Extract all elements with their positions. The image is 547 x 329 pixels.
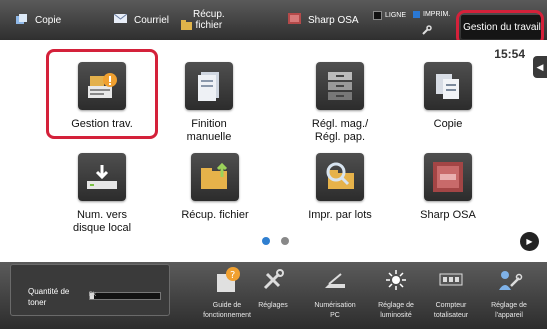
- copy-mode-button[interactable]: Copie: [16, 0, 61, 40]
- settings-button[interactable]: Réglages: [242, 266, 304, 311]
- envelope-icon: [113, 13, 128, 26]
- tools-icon: [259, 266, 287, 294]
- app-copy[interactable]: Copie: [393, 62, 503, 131]
- toner-black-label: Bk: [89, 292, 97, 298]
- counter-icon: [437, 266, 465, 294]
- line-status-label: LIGNE: [385, 12, 407, 19]
- batch-print-icon: [316, 153, 364, 201]
- copy-mode-label: Copie: [35, 14, 62, 26]
- sharp-osa-label: Sharp OSA: [308, 14, 359, 26]
- copy-icon: [16, 13, 28, 27]
- brightness-button[interactable]: Réglage de luminosité: [365, 266, 427, 321]
- app-retrieve-file[interactable]: Récup. fichier: [160, 153, 270, 222]
- app-scan-to-local-drive[interactable]: Num. vers disque local: [47, 153, 157, 235]
- toner-level-bar: [89, 292, 161, 300]
- email-mode-label: Courriel: [134, 14, 170, 26]
- pc-scan-button[interactable]: Numérisation PC: [304, 266, 366, 321]
- email-mode-button[interactable]: Courriel: [113, 0, 170, 40]
- svg-text:?: ?: [230, 270, 235, 281]
- sun-icon: [382, 266, 410, 294]
- page-dot-active[interactable]: [262, 237, 270, 245]
- sharp-osa-mode-button[interactable]: Sharp OSA: [288, 0, 359, 40]
- retrieve-file-mode-button[interactable]: Récup. fichier: [193, 0, 225, 40]
- tray-settings-icon: [316, 62, 364, 110]
- app-label: Num. vers disque local: [72, 209, 132, 234]
- app-label: Régl. mag./Régl. pap.: [311, 118, 369, 143]
- sharp-osa-icon: [424, 153, 472, 201]
- manual-finishing-icon: [185, 62, 233, 110]
- page-dot[interactable]: [281, 237, 289, 245]
- sharp-osa-icon: [288, 13, 301, 27]
- scanner-icon: [321, 266, 349, 294]
- app-manual-finishing[interactable]: Finition manuelle: [154, 62, 264, 144]
- retrieve-file-label-1: Récup.: [193, 9, 225, 20]
- retrieve-file-icon: [191, 153, 239, 201]
- app-sharp-osa[interactable]: Sharp OSA: [393, 153, 503, 222]
- total-count-button[interactable]: Compteur totalisateur: [420, 266, 482, 321]
- app-label: Finition manuelle: [186, 118, 232, 143]
- device-settings-button[interactable]: Réglage de l'appareil: [478, 266, 540, 321]
- print-status-label: IMPRIM.: [423, 11, 451, 18]
- next-page-button[interactable]: ▶: [520, 232, 539, 251]
- folder-mini-icon: [181, 20, 192, 30]
- scan-to-local-drive-icon: [78, 153, 126, 201]
- book-question-icon: ?: [213, 266, 241, 294]
- clock: 15:54: [494, 47, 525, 61]
- tools-mini-icon: [422, 25, 432, 35]
- page-indicator: [262, 237, 289, 245]
- retrieve-file-label-2: fichier: [195, 20, 223, 31]
- side-panel-tab[interactable]: ◀: [533, 56, 547, 78]
- app-batch-print[interactable]: Impr. par lots: [285, 153, 395, 222]
- settings-label: Réglages: [258, 302, 288, 309]
- app-tray-settings[interactable]: Régl. mag./Régl. pap.: [285, 62, 395, 144]
- copy-icon: [424, 62, 472, 110]
- job-status-app-highlight: [46, 49, 158, 139]
- app-label: Récup. fichier: [181, 209, 249, 221]
- app-label: Impr. par lots: [308, 209, 372, 221]
- app-label: Sharp OSA: [420, 209, 476, 221]
- print-status: IMPRIM.: [413, 11, 450, 18]
- toner-quantity-label: Quantité de toner: [28, 287, 70, 307]
- line-status: LIGNE: [373, 11, 406, 20]
- app-label: Copie: [433, 118, 463, 130]
- device-settings-icon: [495, 266, 523, 294]
